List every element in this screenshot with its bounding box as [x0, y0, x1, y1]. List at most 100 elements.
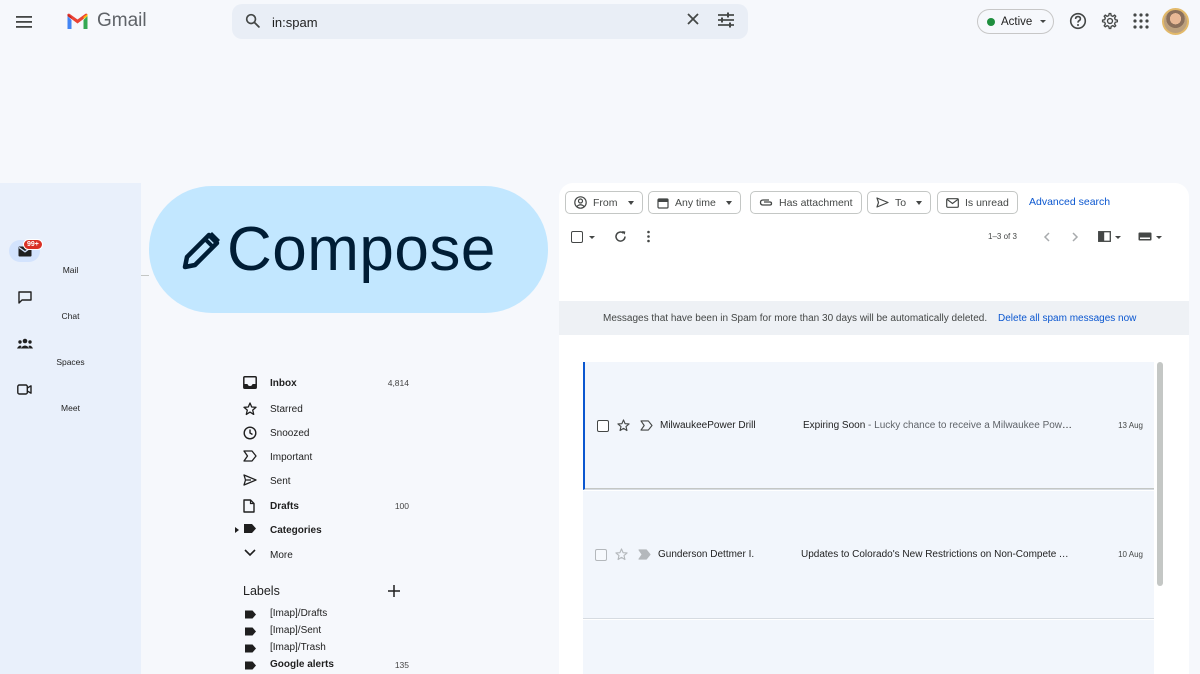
chevron-down-icon	[725, 200, 732, 205]
filter-to-label: To	[895, 196, 907, 209]
rail-label-mail: Mail	[62, 265, 79, 275]
nav-rail: 99+ Mail Chat Spaces Meet	[0, 183, 141, 674]
folder-count: 100	[394, 501, 409, 511]
chevron-down-icon	[244, 549, 256, 557]
account-circle-icon	[574, 196, 587, 209]
compose-button[interactable]: Compose	[149, 186, 548, 313]
filter-from-chip[interactable]: From	[565, 191, 643, 214]
expand-arrow-icon[interactable]	[235, 527, 239, 533]
chevron-right-icon[interactable]	[1071, 232, 1079, 242]
main-menu-button[interactable]	[12, 9, 38, 35]
filter-is-unread-label: Is unread	[965, 196, 1009, 209]
chevron-down-icon	[916, 200, 923, 205]
mail-outline-icon	[946, 197, 959, 208]
video-camera-icon	[17, 383, 32, 395]
rail-label-chat: Chat	[61, 311, 80, 321]
rail-label-spaces: Spaces	[56, 357, 85, 367]
folder-label: Sent	[270, 475, 291, 487]
email-date: 13 Aug	[1118, 421, 1143, 430]
label-imap-trash[interactable]: [Imap]/Trash	[236, 640, 416, 657]
advanced-search-link[interactable]: Advanced search	[1029, 196, 1110, 208]
star-icon[interactable]	[617, 419, 630, 432]
rail-chat-button[interactable]	[9, 286, 40, 308]
email-preview: Expiring Soon - Lucky chance to receive …	[803, 420, 1075, 431]
top-bar: Gmail Active	[0, 0, 1200, 44]
account-avatar[interactable]	[1162, 8, 1189, 35]
filter-any-time-chip[interactable]: Any time	[648, 191, 741, 214]
email-list-remainder	[583, 620, 1154, 674]
star-icon	[243, 402, 257, 416]
spaces-people-icon	[16, 338, 33, 348]
select-options-chevron-icon[interactable]	[589, 236, 595, 239]
chevron-down-icon	[627, 200, 634, 205]
row-checkbox[interactable]	[595, 549, 607, 561]
rail-spaces-button[interactable]	[9, 332, 40, 354]
email-preview: Updates to Colorado's New Restrictions o…	[801, 549, 1073, 560]
google-apps-icon[interactable]	[1133, 13, 1149, 29]
filter-any-time-label: Any time	[675, 196, 716, 209]
divider	[141, 275, 149, 276]
folder-sent[interactable]: Sent	[236, 470, 416, 492]
folder-label: Important	[270, 451, 313, 463]
label-google-alerts[interactable]: Google alerts 135	[236, 657, 416, 674]
filter-to-chip[interactable]: To	[867, 191, 932, 214]
filter-has-attachment-label: Has attachment	[779, 196, 853, 209]
input-tools-chevron-icon[interactable]	[1156, 236, 1162, 239]
email-sender: MilwaukeePower Drill	[660, 420, 756, 431]
input-tools-keyboard-icon[interactable]	[1138, 232, 1152, 241]
send-icon	[876, 197, 889, 208]
add-label-icon[interactable]	[387, 584, 401, 598]
delete-all-spam-link[interactable]: Delete all spam messages now	[998, 313, 1136, 324]
folder-snoozed[interactable]: Snoozed	[236, 422, 416, 444]
important-marker-icon[interactable]	[638, 549, 651, 560]
folder-more[interactable]: More	[236, 544, 416, 566]
settings-gear-icon[interactable]	[1101, 12, 1119, 30]
folder-inbox[interactable]: Inbox 4,814	[236, 372, 416, 394]
unread-badge: 99+	[23, 239, 43, 250]
split-pane-icon[interactable]	[1098, 231, 1111, 242]
app-name: Gmail	[97, 10, 147, 31]
email-row[interactable]: MilwaukeePower Drill Expiring Soon - Luc…	[583, 362, 1154, 490]
label-tag-icon	[245, 644, 256, 653]
list-scrollbar[interactable]	[1157, 362, 1163, 586]
row-checkbox[interactable]	[597, 420, 609, 432]
filter-is-unread-chip[interactable]: Is unread	[937, 191, 1018, 214]
refresh-icon[interactable]	[614, 230, 627, 243]
more-vert-icon[interactable]	[646, 230, 651, 243]
folder-label: Categories	[270, 524, 322, 536]
label-tag-icon	[245, 610, 256, 619]
status-selector[interactable]: Active	[977, 9, 1054, 34]
email-list: MilwaukeePower Drill Expiring Soon - Luc…	[583, 362, 1154, 674]
status-dot-icon	[987, 17, 995, 26]
labels-heading: Labels	[243, 584, 280, 598]
search-options-icon[interactable]	[717, 12, 735, 28]
folder-drafts[interactable]: Drafts 100	[236, 495, 416, 517]
filter-has-attachment-chip[interactable]: Has attachment	[750, 191, 862, 214]
split-pane-chevron-icon[interactable]	[1115, 236, 1121, 239]
label-imap-sent[interactable]: [Imap]/Sent	[236, 623, 416, 640]
search-icon[interactable]	[244, 12, 261, 29]
attachment-icon	[759, 199, 773, 206]
select-all-checkbox[interactable]	[571, 231, 583, 243]
main-pane: From Any time Has attachment To Is unrea…	[559, 183, 1189, 674]
folder-label: More	[270, 549, 293, 561]
label-imap-drafts[interactable]: [Imap]/Drafts	[236, 606, 416, 623]
important-icon	[243, 450, 257, 462]
folder-label: Drafts	[270, 500, 299, 512]
list-toolbar: 1–3 of 3	[559, 227, 1189, 247]
star-icon[interactable]	[615, 548, 628, 561]
folder-categories[interactable]: Categories	[235, 519, 416, 541]
email-row[interactable]: Gunderson Dettmer I. Updates to Colorado…	[583, 491, 1154, 619]
gmail-logo[interactable]: Gmail	[66, 10, 147, 32]
label-tag-icon	[244, 524, 256, 533]
help-icon[interactable]	[1069, 12, 1087, 30]
folder-starred[interactable]: Starred	[236, 398, 416, 420]
search-input[interactable]	[272, 12, 652, 32]
rail-label-meet: Meet	[61, 403, 80, 413]
important-marker-icon[interactable]	[640, 420, 653, 431]
folder-important[interactable]: Important	[236, 446, 416, 468]
clear-search-icon[interactable]	[686, 12, 700, 26]
label-tag-icon	[245, 627, 256, 636]
chevron-left-icon[interactable]	[1043, 232, 1051, 242]
rail-meet-button[interactable]	[9, 378, 40, 400]
